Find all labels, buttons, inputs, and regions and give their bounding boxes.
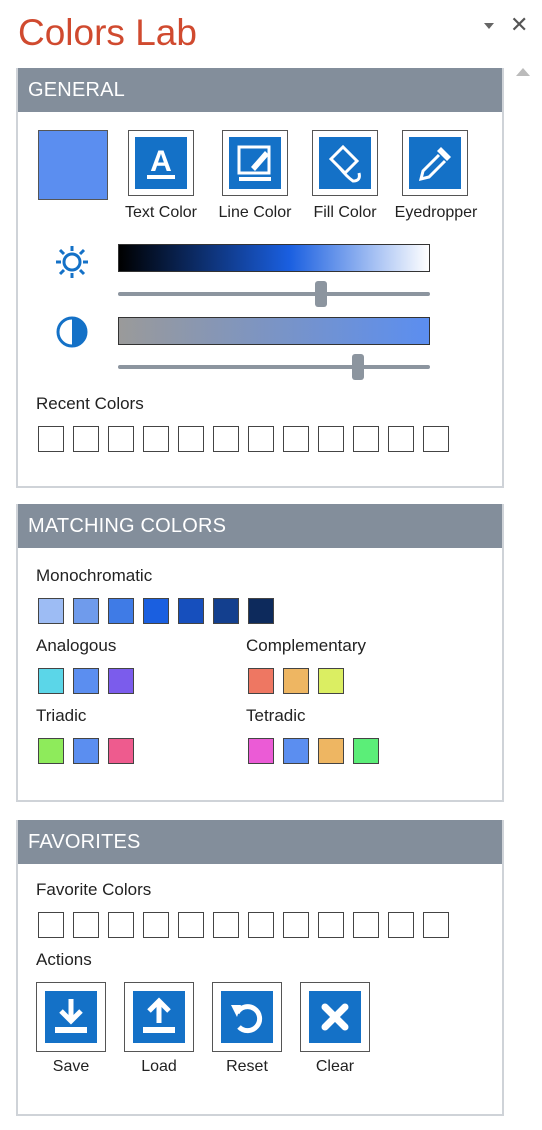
recent-color-swatch[interactable]: [248, 426, 274, 452]
vertical-scrollbar[interactable]: [512, 66, 532, 1130]
monochromatic-swatch[interactable]: [143, 598, 169, 624]
tetradic-swatch[interactable]: [283, 738, 309, 764]
load-button[interactable]: [124, 982, 194, 1052]
close-icon[interactable]: ✕: [510, 14, 528, 36]
tetradic-swatch[interactable]: [353, 738, 379, 764]
brightness-gradient: [118, 244, 430, 272]
analogous-swatch[interactable]: [38, 668, 64, 694]
pane-title: Colors Lab: [18, 12, 197, 53]
complementary-swatch[interactable]: [318, 668, 344, 694]
reset-icon: [221, 991, 273, 1043]
fill-color-button[interactable]: [312, 130, 378, 196]
clear-icon: [309, 991, 361, 1043]
matching-colors-section: MATCHING COLORS Monochromatic Analogous …: [16, 504, 504, 802]
fill-color-icon: [319, 137, 371, 189]
tetradic-label: Tetradic: [246, 706, 306, 725]
brightness-icon: [54, 244, 90, 280]
load-label: Load: [141, 1058, 177, 1075]
general-section: GENERAL A Text Color Line Color Fill Col…: [16, 68, 504, 488]
text-color-button[interactable]: A: [128, 130, 194, 196]
matching-colors-header: MATCHING COLORS: [18, 504, 502, 548]
recent-color-swatch[interactable]: [423, 426, 449, 452]
recent-colors-label: Recent Colors: [36, 394, 144, 413]
favorite-color-swatch[interactable]: [423, 912, 449, 938]
recent-color-swatch[interactable]: [213, 426, 239, 452]
recent-color-swatch[interactable]: [38, 426, 64, 452]
favorite-color-swatch[interactable]: [248, 912, 274, 938]
monochromatic-label: Monochromatic: [36, 566, 153, 585]
recent-color-swatch[interactable]: [318, 426, 344, 452]
tetradic-swatch[interactable]: [318, 738, 344, 764]
contrast-icon: [54, 314, 90, 350]
triadic-label: Triadic: [36, 706, 87, 725]
analogous-label: Analogous: [36, 636, 117, 655]
line-color-button[interactable]: [222, 130, 288, 196]
recent-color-swatch[interactable]: [178, 426, 204, 452]
favorite-color-swatch[interactable]: [388, 912, 414, 938]
recent-color-swatch[interactable]: [73, 426, 99, 452]
text-color-label: Text Color: [124, 204, 198, 221]
favorites-section: FAVORITES Favorite Colors Actions Save L…: [16, 820, 504, 1116]
recent-color-swatch[interactable]: [143, 426, 169, 452]
clear-label: Clear: [315, 1058, 355, 1075]
monochromatic-swatch[interactable]: [38, 598, 64, 624]
fill-color-label: Fill Color: [313, 204, 377, 221]
favorite-color-swatch[interactable]: [178, 912, 204, 938]
monochromatic-swatch[interactable]: [248, 598, 274, 624]
triangle-down-icon[interactable]: [482, 20, 496, 32]
saturation-slider-track[interactable]: [118, 365, 430, 369]
tetradic-swatch[interactable]: [248, 738, 274, 764]
favorite-color-swatch[interactable]: [283, 912, 309, 938]
recent-color-swatch[interactable]: [283, 426, 309, 452]
favorites-header: FAVORITES: [18, 820, 502, 864]
clear-button[interactable]: [300, 982, 370, 1052]
recent-color-swatch[interactable]: [388, 426, 414, 452]
save-label: Save: [52, 1058, 90, 1075]
saturation-slider-thumb[interactable]: [352, 354, 365, 380]
brightness-slider-track[interactable]: [118, 292, 430, 296]
svg-text:A: A: [150, 145, 172, 178]
analogous-swatch[interactable]: [108, 668, 134, 694]
save-download-icon: [45, 991, 97, 1043]
monochromatic-swatch[interactable]: [73, 598, 99, 624]
current-color-swatch[interactable]: [38, 130, 108, 200]
monochromatic-swatch[interactable]: [213, 598, 239, 624]
brightness-slider-thumb[interactable]: [314, 281, 327, 307]
eyedropper-icon: [409, 137, 461, 189]
recent-color-swatch[interactable]: [353, 426, 379, 452]
complementary-swatch[interactable]: [283, 668, 309, 694]
saturation-gradient: [118, 317, 430, 345]
text-color-icon: A: [135, 137, 187, 189]
recent-color-swatch[interactable]: [108, 426, 134, 452]
favorite-color-swatch[interactable]: [353, 912, 379, 938]
eyedropper-label: Eyedropper: [394, 204, 478, 221]
favorite-colors-label: Favorite Colors: [36, 880, 152, 899]
favorite-color-swatch[interactable]: [143, 912, 169, 938]
favorite-color-swatch[interactable]: [73, 912, 99, 938]
triadic-swatch[interactable]: [108, 738, 134, 764]
triadic-swatch[interactable]: [73, 738, 99, 764]
line-color-icon: [229, 137, 281, 189]
monochromatic-swatch[interactable]: [178, 598, 204, 624]
scroll-up-arrow-icon[interactable]: [516, 68, 530, 76]
favorite-color-swatch[interactable]: [318, 912, 344, 938]
general-header: GENERAL: [18, 68, 502, 112]
analogous-swatch[interactable]: [73, 668, 99, 694]
actions-label: Actions: [36, 950, 92, 969]
triadic-swatch[interactable]: [38, 738, 64, 764]
complementary-swatch[interactable]: [248, 668, 274, 694]
eyedropper-button[interactable]: [402, 130, 468, 196]
load-upload-icon: [133, 991, 185, 1043]
monochromatic-swatch[interactable]: [108, 598, 134, 624]
reset-button[interactable]: [212, 982, 282, 1052]
line-color-label: Line Color: [218, 204, 292, 221]
favorite-color-swatch[interactable]: [108, 912, 134, 938]
favorite-color-swatch[interactable]: [213, 912, 239, 938]
reset-label: Reset: [226, 1058, 268, 1075]
favorite-color-swatch[interactable]: [38, 912, 64, 938]
save-button[interactable]: [36, 982, 106, 1052]
complementary-label: Complementary: [246, 636, 366, 655]
